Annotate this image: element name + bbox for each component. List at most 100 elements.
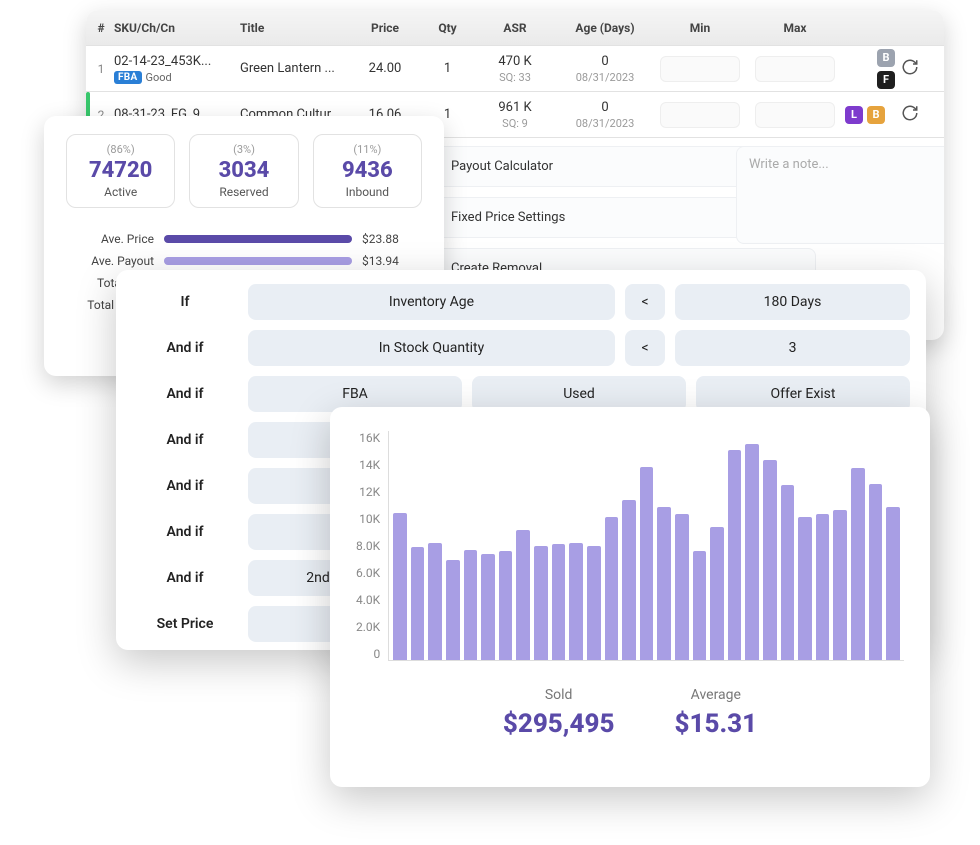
sku-text: 02-14-23_453K... [114,54,239,69]
bar-label: Ave. Payout [66,254,154,268]
rule-label: And if [132,340,238,356]
col-header-max[interactable]: Max [745,21,845,35]
note-input[interactable]: Write a note... [736,146,944,244]
min-input[interactable] [660,102,740,128]
chart-y-axis: 16K14K12K10K8.0K6.0K4.0K2.0K0 [356,431,388,661]
rule-operator[interactable]: < [625,284,665,320]
chart-bar[interactable] [411,547,425,660]
condition-text: Good [146,71,172,84]
y-tick: 0 [373,647,380,661]
chart-bar[interactable] [499,551,513,660]
stat-bar-row: Ave. Payout $13.94 [66,254,422,268]
chart-bar[interactable] [534,546,548,661]
chart-bar[interactable] [464,550,478,660]
chart-bar[interactable] [745,444,759,660]
badge-b-icon: B [877,49,895,67]
qty-cell: 1 [420,61,475,76]
refresh-icon [901,58,919,76]
max-input[interactable] [755,102,835,128]
col-header-min[interactable]: Min [655,21,745,35]
y-tick: 4.0K [356,593,380,607]
y-tick: 10K [359,512,380,526]
rule-label: And if [132,524,238,540]
chart-bar[interactable] [763,460,777,660]
refresh-button[interactable] [895,104,925,126]
refresh-button[interactable] [895,58,925,80]
age-cell: 008/31/2023 [555,54,655,84]
bar-track [164,235,352,243]
col-header-price[interactable]: Price [350,21,420,35]
rule-label: And if [132,432,238,448]
chart-bar[interactable] [393,513,407,660]
chart-plot [388,431,904,661]
chart-bar[interactable] [869,484,883,660]
col-header-asr[interactable]: ASR [475,21,555,35]
chart-bar[interactable] [622,500,636,660]
chart-bar[interactable] [833,510,847,660]
table-row[interactable]: 1 02-14-23_453K... FBA Good Green Lanter… [86,46,944,92]
chart-bar[interactable] [781,485,795,660]
y-tick: 8.0K [356,539,380,553]
rule-label: If [132,294,238,310]
bar-track [164,257,352,265]
rule-row: And if In Stock Quantity < 3 [132,330,910,366]
rule-operator[interactable]: < [625,330,665,366]
sku-cell: 02-14-23_453K... FBA Good [110,54,240,84]
chart-bar[interactable] [605,517,619,660]
sales-chart-panel: 16K14K12K10K8.0K6.0K4.0K2.0K0 Sold $295,… [330,407,930,787]
chart-bar[interactable] [851,468,865,660]
stat-active: (86%) 74720 Active [66,134,175,208]
chart-average: Average $15.31 [674,687,757,739]
chart-bar[interactable] [657,507,671,660]
min-input[interactable] [660,56,740,82]
rule-value[interactable]: 3 [675,330,910,366]
rule-value[interactable]: 180 Days [675,284,910,320]
chart-bar[interactable] [640,467,654,660]
chart-bar[interactable] [446,560,460,660]
y-tick: 12K [359,485,380,499]
bar-value: $13.94 [362,254,422,268]
badge-f-icon: F [877,71,895,89]
stat-reserved: (3%) 3034 Reserved [189,134,298,208]
chart-sold-total: Sold $295,495 [503,687,615,739]
chart-bar[interactable] [728,450,742,660]
chart-bar[interactable] [587,546,601,661]
col-header-age[interactable]: Age (Days) [555,21,655,35]
chart-bar[interactable] [428,543,442,660]
badges: L B [845,105,895,125]
table-header-row: # SKU/Ch/Cn Title Price Qty ASR Age (Day… [86,10,944,46]
asr-cell: 470 KSQ: 33 [475,54,555,84]
y-tick: 6.0K [356,566,380,580]
rule-field[interactable]: In Stock Quantity [248,330,615,366]
chart-bar[interactable] [675,514,689,660]
row-index: 1 [92,62,110,76]
chart-bar[interactable] [569,543,583,660]
chart-bar[interactable] [552,544,566,660]
rule-label: And if [132,478,238,494]
chart-bar[interactable] [710,527,724,660]
col-header-sku[interactable]: SKU/Ch/Cn [110,21,240,35]
badge-b-icon: B [867,106,885,124]
asr-cell: 961 KSQ: 9 [475,100,555,130]
col-header-index[interactable]: # [92,21,110,35]
chart-bar[interactable] [798,517,812,660]
chart-bar[interactable] [516,530,530,660]
stat-bar-row: Ave. Price $23.88 [66,232,422,246]
rule-label: Set Price [132,616,238,632]
age-cell: 008/31/2023 [555,100,655,130]
bar-label: Ave. Price [66,232,154,246]
badges: B F [845,48,895,90]
chart-bar[interactable] [693,551,707,660]
max-input[interactable] [755,56,835,82]
chart-bar[interactable] [886,507,900,660]
rule-label: And if [132,570,238,586]
rule-field[interactable]: Inventory Age [248,284,615,320]
y-tick: 16K [359,431,380,445]
col-header-qty[interactable]: Qty [420,21,475,35]
note-placeholder: Write a note... [749,157,829,172]
col-header-title[interactable]: Title [240,21,350,35]
chart-bar[interactable] [816,514,830,660]
bar-value: $23.88 [362,232,422,246]
chart-bar[interactable] [481,554,495,660]
rule-row: If Inventory Age < 180 Days [132,284,910,320]
